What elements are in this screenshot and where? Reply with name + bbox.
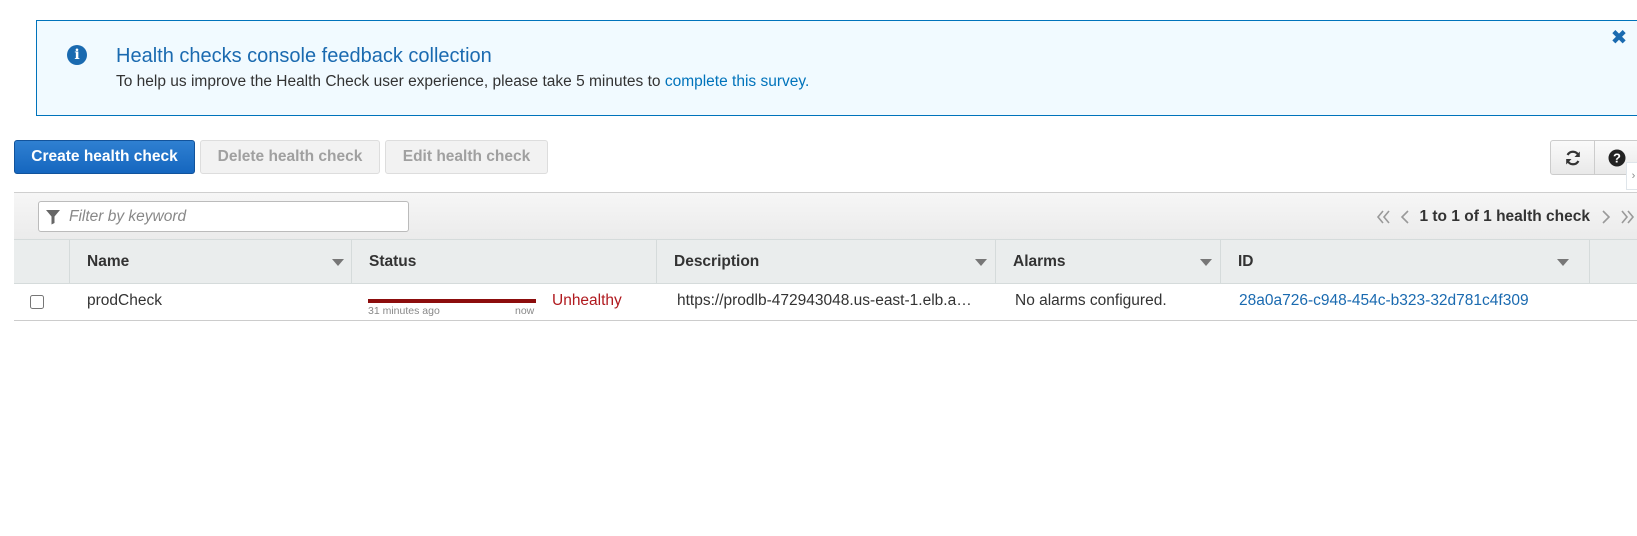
close-icon[interactable]: ✖	[1609, 27, 1629, 49]
column-header-alarms[interactable]: Alarms	[996, 240, 1221, 284]
column-header-label: Name	[87, 253, 130, 270]
status-now-label: now	[515, 305, 535, 317]
feedback-banner: i Health checks console feedback collect…	[36, 20, 1637, 116]
column-header-label: Status	[369, 253, 417, 270]
toolbar-icon-group: ?	[1550, 140, 1637, 175]
help-icon: ?	[1608, 149, 1626, 166]
pagination-text: 1 to 1 of 1 health check	[1419, 207, 1590, 225]
create-health-check-button[interactable]: Create health check	[14, 140, 195, 174]
filter-icon	[46, 210, 60, 225]
column-header-label: Description	[674, 253, 760, 270]
health-check-description: https://prodlb-472943048.us-east-1.elb.a…	[677, 292, 972, 309]
column-header-description[interactable]: Description	[657, 240, 996, 284]
delete-health-check-button[interactable]: Delete health check	[200, 140, 380, 174]
survey-link[interactable]: complete this survey.	[665, 73, 809, 90]
svg-text:?: ?	[1613, 150, 1621, 165]
column-header-label: Alarms	[1013, 253, 1066, 270]
info-icon: i	[67, 45, 87, 65]
next-page-icon[interactable]	[1600, 209, 1612, 225]
row-checkbox[interactable]	[30, 295, 44, 309]
table-header: Name Status Description Alarms ID	[14, 239, 1637, 284]
banner-title: Health checks console feedback collectio…	[116, 45, 492, 67]
status-history-bar	[368, 299, 536, 303]
sort-arrow-icon[interactable]	[332, 259, 344, 266]
edit-health-check-button[interactable]: Edit health check	[385, 140, 548, 174]
table-row[interactable]: prodCheck 31 minutes ago now Unhealthy h…	[14, 284, 1637, 321]
pagination: 1 to 1 of 1 health check	[1375, 193, 1637, 240]
alarms-value: No alarms configured.	[1015, 292, 1167, 309]
status-value: Unhealthy	[552, 292, 622, 309]
refresh-icon	[1565, 150, 1580, 165]
banner-body-text: To help us improve the Health Check user…	[116, 73, 665, 90]
previous-page-icon[interactable]	[1399, 209, 1411, 225]
refresh-button[interactable]	[1551, 141, 1595, 174]
select-column-header	[14, 240, 70, 284]
column-header-name[interactable]: Name	[70, 240, 352, 284]
sort-arrow-icon[interactable]	[1557, 259, 1569, 266]
filter-field	[38, 201, 409, 232]
banner-body: To help us improve the Health Check user…	[116, 73, 809, 91]
table-filter-bar: 1 to 1 of 1 health check	[14, 192, 1637, 239]
first-page-icon[interactable]	[1375, 209, 1393, 225]
sort-arrow-icon[interactable]	[1200, 259, 1212, 266]
filter-input[interactable]	[67, 202, 405, 231]
side-panel-tab[interactable]: ›	[1626, 162, 1637, 190]
sort-arrow-icon[interactable]	[975, 259, 987, 266]
last-page-icon[interactable]	[1618, 209, 1636, 225]
status-since-label: 31 minutes ago	[368, 305, 440, 317]
health-check-id-link[interactable]: 28a0a726-c948-454c-b323-32d781c4f309	[1239, 284, 1579, 320]
health-check-name: prodCheck	[87, 292, 162, 309]
column-header-status[interactable]: Status	[352, 240, 657, 284]
column-header-id[interactable]: ID	[1221, 240, 1590, 284]
column-header-label: ID	[1238, 253, 1254, 270]
